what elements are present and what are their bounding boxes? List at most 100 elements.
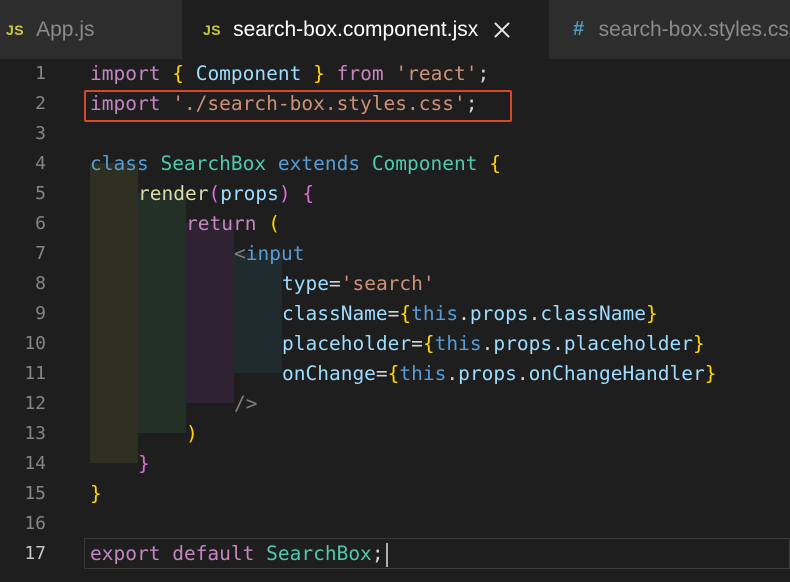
- js-file-icon: JS: [6, 21, 25, 38]
- tab-label: App.js: [36, 17, 95, 41]
- code-line: 11 onChange={this.props.onChangeHandler}: [0, 359, 790, 389]
- code-line: 4 class SearchBox extends Component {: [0, 149, 790, 179]
- token: class: [90, 152, 149, 175]
- text-cursor: [385, 542, 388, 567]
- tab-label: search-box.styles.css: [598, 17, 790, 41]
- token: from: [336, 62, 384, 85]
- token: }: [692, 332, 705, 355]
- token: }: [138, 452, 150, 475]
- line-content: return (: [186, 209, 280, 239]
- code-line: 6 return (: [0, 209, 790, 239]
- line-number: 3: [35, 123, 46, 144]
- code-line: 16: [0, 509, 790, 539]
- css-file-icon: #: [573, 18, 585, 40]
- code-line: 5 render(props) {: [0, 179, 790, 209]
- token: 'search': [340, 272, 435, 295]
- token: props: [458, 362, 517, 385]
- code-line: 3: [0, 119, 790, 149]
- line-number: 7: [35, 243, 46, 264]
- line-content: placeholder={this.props.placeholder}: [282, 329, 705, 359]
- token: props: [469, 302, 529, 325]
- token: .: [446, 362, 459, 385]
- token: .: [481, 332, 494, 355]
- token: ): [278, 182, 291, 205]
- token: }: [90, 482, 102, 505]
- token: input: [245, 242, 305, 265]
- token: ;: [477, 62, 490, 85]
- token: placeholder: [282, 332, 412, 355]
- token: ): [186, 422, 198, 445]
- line-content: render(props) {: [138, 179, 314, 209]
- token: {: [489, 152, 501, 175]
- token: .: [516, 362, 529, 385]
- tab-bar: JS App.js JS search-box.component.jsx # …: [0, 0, 790, 59]
- token: placeholder: [563, 332, 693, 355]
- token: .: [458, 302, 470, 325]
- code-line: 14 }: [0, 449, 790, 479]
- token: />: [234, 392, 258, 415]
- token: {: [422, 332, 435, 355]
- annotation-highlight-box: [84, 90, 512, 122]
- token: =: [387, 302, 400, 325]
- token: onChange: [282, 362, 376, 385]
- line-number: 10: [24, 333, 46, 354]
- token: (: [208, 182, 221, 205]
- token: return: [186, 212, 257, 235]
- token: extends: [277, 152, 361, 175]
- token: {: [172, 62, 184, 85]
- code-line: 13 ): [0, 419, 790, 449]
- line-number: 14: [24, 453, 46, 474]
- token: }: [704, 362, 717, 385]
- token: }: [313, 62, 325, 85]
- line-content: }: [90, 479, 102, 509]
- line-number: 1: [35, 63, 46, 84]
- line-content: onChange={this.props.onChangeHandler}: [282, 359, 716, 389]
- line-content: }: [138, 449, 150, 479]
- token: props: [493, 332, 553, 355]
- line-number: 5: [35, 183, 46, 204]
- token: Component: [371, 152, 478, 175]
- code-area[interactable]: 1 import { Component } from 'react'; 2 i…: [0, 59, 790, 582]
- line-number: 13: [24, 423, 46, 444]
- line-content: class SearchBox extends Component {: [90, 149, 501, 179]
- token: this: [434, 332, 482, 355]
- token: SearchBox: [266, 542, 372, 565]
- token: }: [646, 302, 658, 325]
- line-content: className={this.props.className}: [282, 299, 658, 329]
- line-content: type='search': [282, 269, 435, 299]
- tab-app-js[interactable]: JS App.js: [0, 0, 182, 59]
- token: props: [220, 182, 279, 205]
- code-line: 1 import { Component } from 'react';: [0, 59, 790, 89]
- token: ;: [371, 542, 384, 565]
- token: {: [302, 182, 315, 205]
- token: className: [282, 302, 388, 325]
- line-number: 16: [24, 513, 46, 534]
- tab-search-box-styles[interactable]: # search-box.styles.css: [549, 0, 790, 59]
- token: .: [552, 332, 564, 355]
- token: 'react': [395, 62, 478, 85]
- code-line: 10 placeholder={this.props.placeholder}: [0, 329, 790, 359]
- code-line: 7 <input: [0, 239, 790, 269]
- code-line: 15 }: [0, 479, 790, 509]
- code-line: 9 className={this.props.className}: [0, 299, 790, 329]
- token: render: [138, 182, 209, 205]
- close-icon[interactable]: [492, 20, 512, 40]
- code-editor: JS App.js JS search-box.component.jsx # …: [0, 0, 790, 582]
- line-number: 15: [24, 483, 46, 504]
- line-number: 12: [24, 393, 46, 414]
- js-file-icon: JS: [203, 21, 222, 38]
- tab-search-box-component[interactable]: JS search-box.component.jsx: [183, 0, 548, 59]
- token: import: [90, 62, 161, 85]
- line-number: 6: [35, 213, 46, 234]
- token: .: [528, 302, 541, 325]
- token: this: [399, 362, 447, 385]
